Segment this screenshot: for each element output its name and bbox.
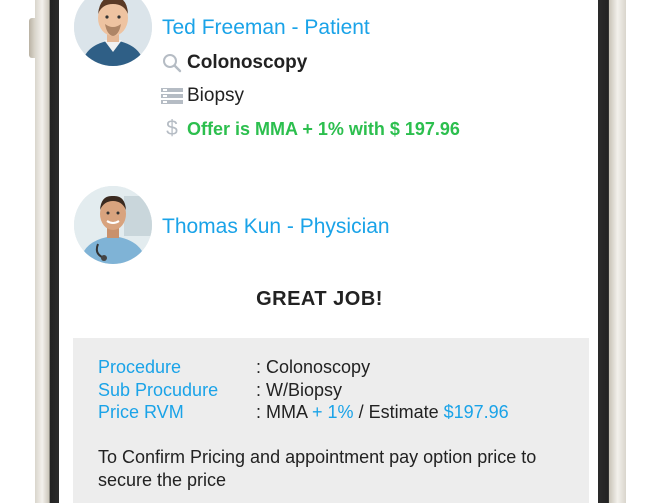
phone-frame-left xyxy=(35,0,59,503)
confirm-text: To Confirm Pricing and appointment pay o… xyxy=(98,447,537,490)
summary-procedure-label: Procedure xyxy=(98,357,182,377)
offer-row: $ Offer is MMA + 1% with $ 197.96 xyxy=(161,117,460,140)
summary-price-label: Price RVM xyxy=(98,402,184,422)
sub-procedure-name: Biopsy xyxy=(187,85,245,106)
price-prefix: : MMA xyxy=(256,402,308,422)
list-icon xyxy=(161,85,183,107)
search-icon xyxy=(161,52,183,74)
summary-price-value: : MMA + 1% / Estimate $197.96 xyxy=(256,402,509,423)
sub-procedure-row: Biopsy xyxy=(161,85,244,107)
phone-screen: Ted Freeman - Patient Colonoscopy Biopsy… xyxy=(59,0,598,503)
phone-frame-right xyxy=(598,0,626,503)
offer-text: Offer is MMA + 1% with $ 197.96 xyxy=(187,118,460,139)
summary-procedure-row: Procedure : Colonoscopy xyxy=(98,357,370,378)
price-amount: $197.96 xyxy=(443,402,509,422)
price-mid: / Estimate xyxy=(358,402,439,422)
procedure-row: Colonoscopy xyxy=(161,52,307,74)
physician-name[interactable]: Thomas Kun - Physician xyxy=(162,215,390,239)
summary-sub-row: Sub Procudure : W/Biopsy xyxy=(98,380,342,401)
summary-price-row: Price RVM : MMA + 1% / Estimate $197.96 xyxy=(98,402,509,423)
summary-panel: Procedure : Colonoscopy Sub Procudure : … xyxy=(73,338,589,503)
summary-sub-value: : W/Biopsy xyxy=(256,380,343,400)
physician-avatar xyxy=(74,186,152,264)
summary-sub-label: Sub Procudure xyxy=(98,380,219,400)
patient-avatar xyxy=(74,0,152,66)
price-plus: + 1% xyxy=(312,402,354,422)
procedure-name: Colonoscopy xyxy=(187,52,308,73)
patient-name[interactable]: Ted Freeman - Patient xyxy=(162,16,370,40)
dollar-icon: $ xyxy=(166,117,178,140)
summary-procedure-value: : Colonoscopy xyxy=(256,357,371,377)
great-job-message: GREAT JOB! xyxy=(256,288,383,310)
